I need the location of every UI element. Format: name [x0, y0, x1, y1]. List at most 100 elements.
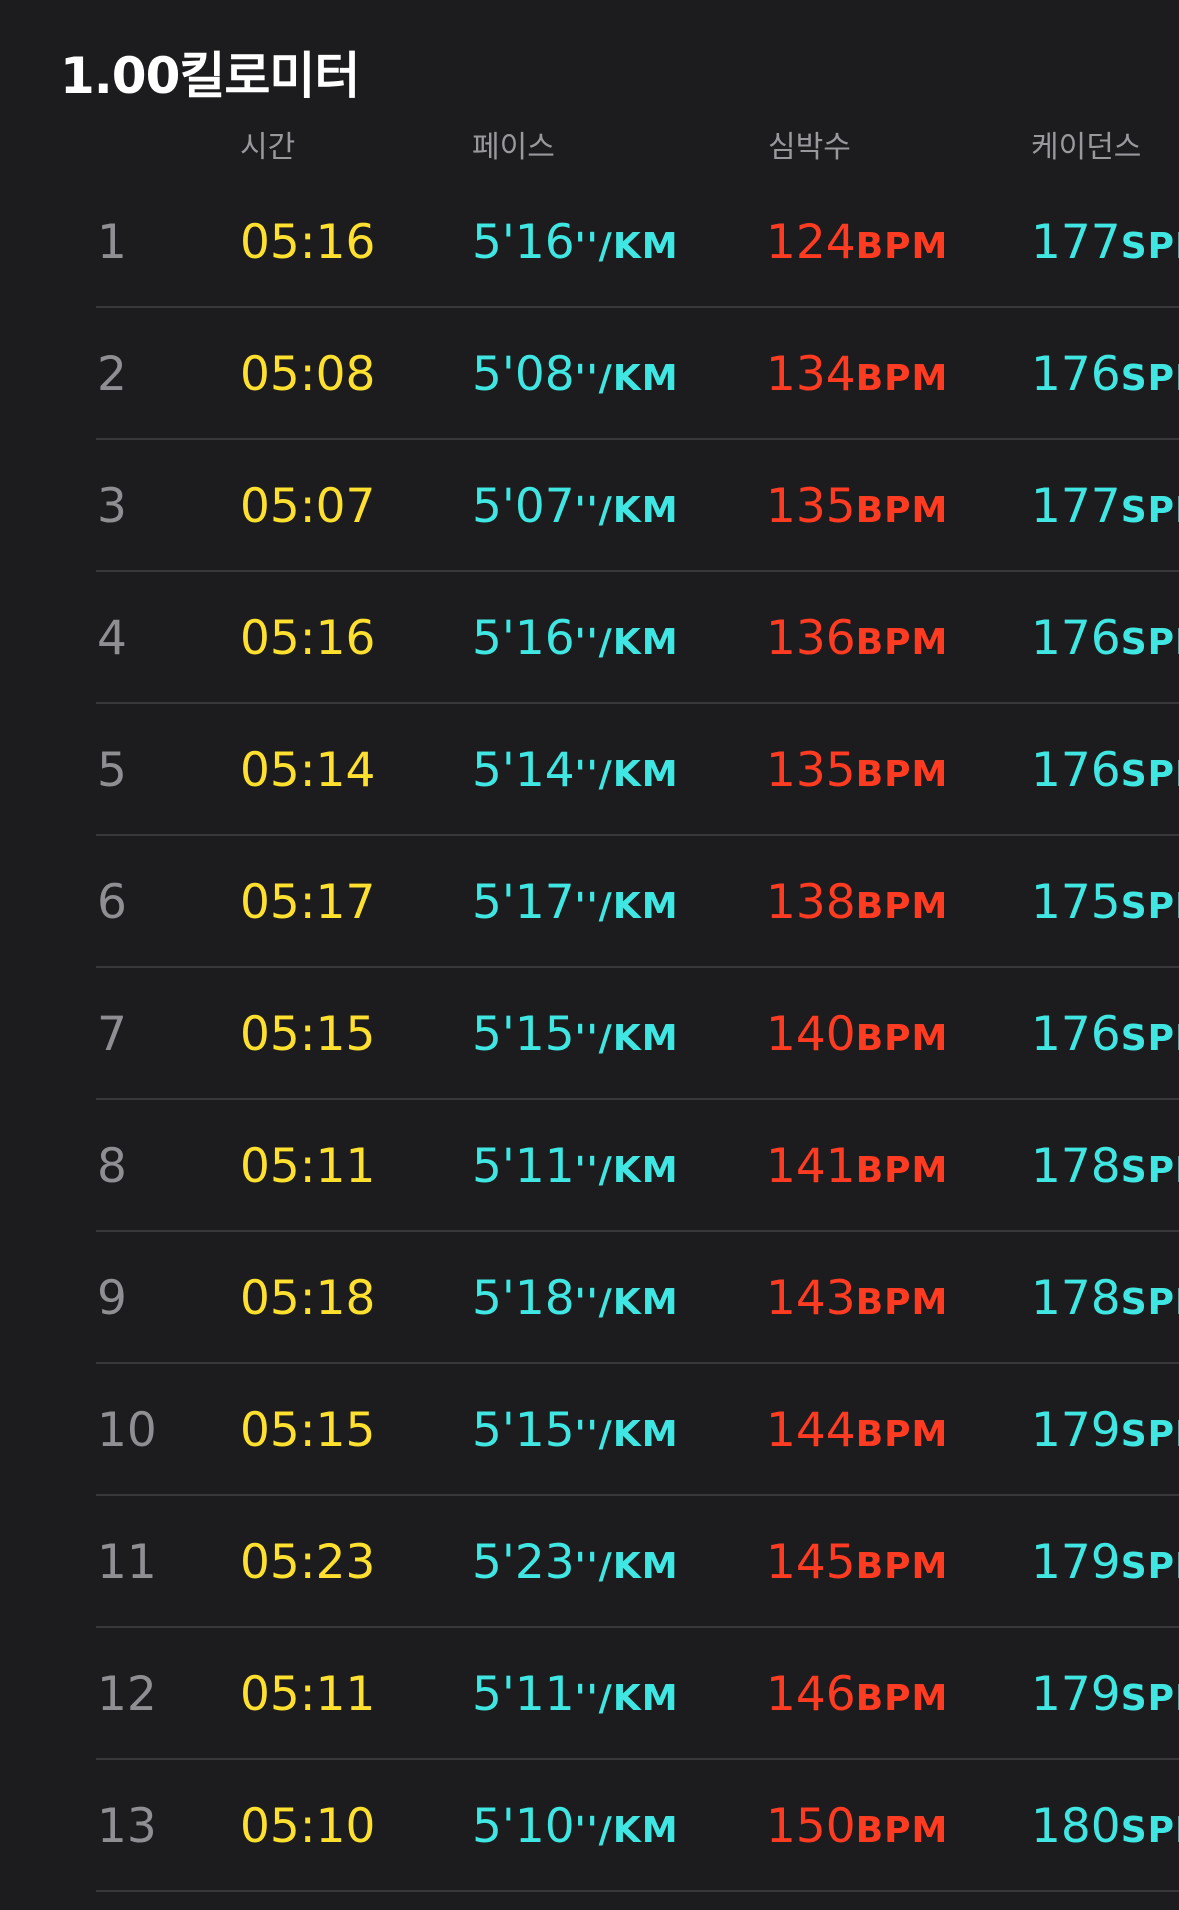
split-cadence: 176SPM: [1031, 612, 1179, 670]
split-pace: 5'18''/KM: [472, 1272, 679, 1330]
pace-value: 5'14: [472, 743, 575, 798]
split-pace: 5'14''/KM: [472, 744, 679, 802]
split-time: 05:11: [240, 1139, 376, 1194]
pace-unit: ''/KM: [574, 1150, 679, 1191]
split-time: 05:10: [240, 1799, 376, 1854]
pace-value: 5'15: [472, 1403, 575, 1458]
heart-rate-unit: BPM: [855, 754, 949, 795]
heart-rate-value: 146: [766, 1667, 856, 1722]
cadence-value: 177: [1031, 215, 1121, 270]
split-index: 11: [97, 1535, 157, 1590]
pace-value: 5'11: [472, 1139, 575, 1194]
cadence-unit: SPM: [1120, 754, 1179, 795]
pace-value: 5'10: [472, 1799, 575, 1854]
pace-unit: ''/KM: [574, 358, 679, 399]
split-pace: 5'07''/KM: [472, 480, 679, 538]
split-cadence: 180SPM: [1031, 1800, 1179, 1858]
pace-value: 5'17: [472, 875, 575, 930]
heart-rate-unit: BPM: [855, 622, 949, 663]
split-cadence: 179SPM: [1031, 1668, 1179, 1726]
split-pace: 5'16''/KM: [472, 612, 679, 670]
pace-value: 5'15: [472, 1007, 575, 1062]
row-divider: [96, 1890, 1179, 1892]
cadence-value: 175: [1031, 875, 1121, 930]
heart-rate-value: 135: [766, 479, 856, 534]
heart-rate-value: 136: [766, 611, 856, 666]
split-row: 10 05:15 5'15''/KM 144BPM 179SPM: [0, 1364, 1179, 1496]
cadence-value: 178: [1031, 1271, 1121, 1326]
heart-rate-value: 150: [766, 1799, 856, 1854]
split-index: 10: [97, 1403, 157, 1458]
split-cadence: 176SPM: [1031, 744, 1179, 802]
heart-rate-value: 141: [766, 1139, 856, 1194]
split-heart-rate: 150BPM: [766, 1800, 948, 1858]
split-index: 2: [97, 347, 127, 402]
split-heart-rate: 134BPM: [766, 348, 948, 406]
split-row: 2 05:08 5'08''/KM 134BPM 176SPM: [0, 308, 1179, 440]
pace-unit: ''/KM: [574, 1546, 679, 1587]
pace-unit: ''/KM: [574, 1810, 679, 1851]
split-pace: 5'11''/KM: [472, 1140, 679, 1198]
column-header-cadence: 케이던스: [1031, 130, 1142, 165]
pace-value: 5'11: [472, 1667, 575, 1722]
heart-rate-value: 144: [766, 1403, 856, 1458]
split-index: 8: [97, 1139, 127, 1194]
split-row: 1 05:16 5'16''/KM 124BPM 177SPM: [0, 176, 1179, 308]
heart-rate-unit: BPM: [855, 490, 949, 531]
pace-value: 5'07: [472, 479, 575, 534]
column-header-heart-rate: 심박수: [768, 130, 851, 165]
split-pace: 5'17''/KM: [472, 876, 679, 934]
split-index: 4: [97, 611, 127, 666]
cadence-value: 179: [1031, 1535, 1121, 1590]
page-title: 1.00킬로미터: [60, 47, 360, 105]
split-time: 05:08: [240, 347, 376, 402]
split-row: 6 05:17 5'17''/KM 138BPM 175SPM: [0, 836, 1179, 968]
split-row: 4 05:16 5'16''/KM 136BPM 176SPM: [0, 572, 1179, 704]
split-heart-rate: 135BPM: [766, 744, 948, 802]
split-time: 05:16: [240, 611, 376, 666]
cadence-value: 176: [1031, 611, 1121, 666]
split-index: 9: [97, 1271, 127, 1326]
split-row: 9 05:18 5'18''/KM 143BPM 178SPM: [0, 1232, 1179, 1364]
cadence-unit: SPM: [1120, 1018, 1179, 1059]
pace-value: 5'16: [472, 215, 575, 270]
split-index: 12: [97, 1667, 157, 1722]
split-heart-rate: 138BPM: [766, 876, 948, 934]
split-row: 13 05:10 5'10''/KM 150BPM 180SPM: [0, 1760, 1179, 1892]
cadence-unit: SPM: [1120, 886, 1179, 927]
pace-value: 5'08: [472, 347, 575, 402]
cadence-value: 180: [1031, 1799, 1121, 1854]
heart-rate-unit: BPM: [855, 1282, 949, 1323]
pace-unit: ''/KM: [574, 1678, 679, 1719]
split-cadence: 175SPM: [1031, 876, 1179, 934]
column-header-pace: 페이스: [472, 130, 555, 165]
cadence-unit: SPM: [1120, 1282, 1179, 1323]
heart-rate-unit: BPM: [855, 358, 949, 399]
split-time: 05:18: [240, 1271, 376, 1326]
pace-value: 5'23: [472, 1535, 575, 1590]
heart-rate-unit: BPM: [855, 226, 949, 267]
cadence-unit: SPM: [1120, 1150, 1179, 1191]
heart-rate-value: 138: [766, 875, 856, 930]
split-heart-rate: 145BPM: [766, 1536, 948, 1594]
split-row: 7 05:15 5'15''/KM 140BPM 176SPM: [0, 968, 1179, 1100]
split-index: 7: [97, 1007, 127, 1062]
cadence-unit: SPM: [1120, 622, 1179, 663]
split-cadence: 176SPM: [1031, 1008, 1179, 1066]
split-time: 05:17: [240, 875, 376, 930]
heart-rate-value: 124: [766, 215, 856, 270]
split-time: 05:07: [240, 479, 376, 534]
heart-rate-unit: BPM: [855, 886, 949, 927]
pace-unit: ''/KM: [574, 622, 679, 663]
split-heart-rate: 144BPM: [766, 1404, 948, 1462]
split-time: 05:11: [240, 1667, 376, 1722]
pace-unit: ''/KM: [574, 490, 679, 531]
cadence-unit: SPM: [1120, 358, 1179, 399]
cadence-value: 178: [1031, 1139, 1121, 1194]
column-header-time: 시간: [240, 130, 296, 165]
split-cadence: 176SPM: [1031, 348, 1179, 406]
split-heart-rate: 143BPM: [766, 1272, 948, 1330]
pace-unit: ''/KM: [574, 886, 679, 927]
cadence-unit: SPM: [1120, 1678, 1179, 1719]
split-index: 5: [97, 743, 127, 798]
